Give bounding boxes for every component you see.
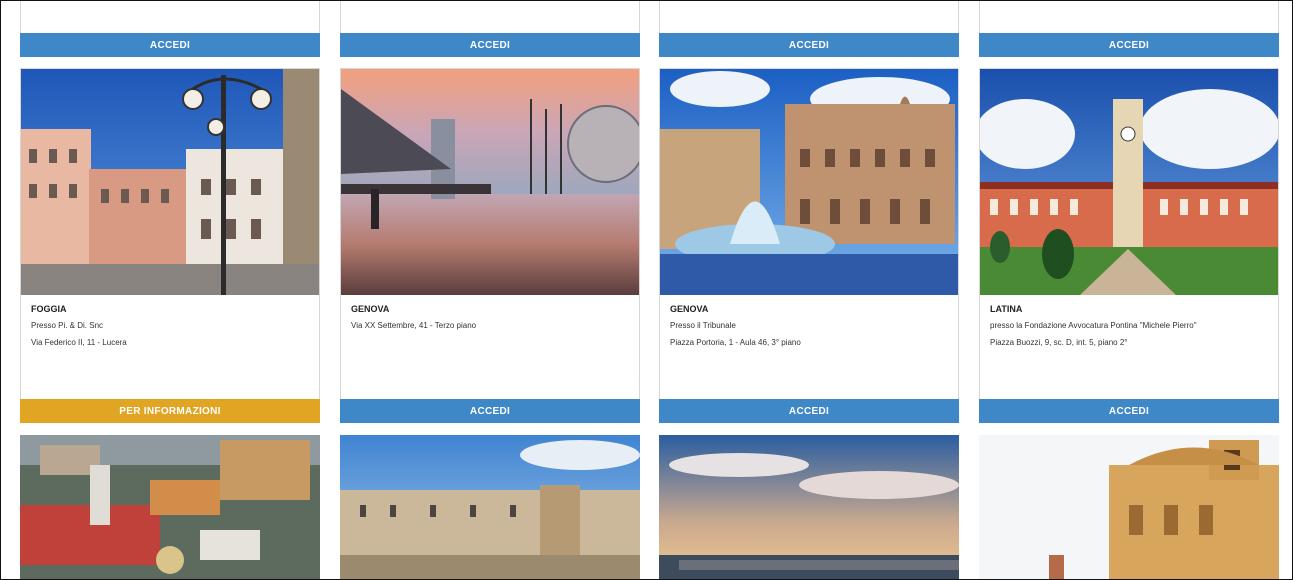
accedi-button-prev[interactable]: ACCEDI	[979, 33, 1279, 57]
previous-card-stub	[20, 1, 320, 33]
fountain-palace-photo	[660, 69, 958, 295]
clock-tower-photo	[980, 69, 1278, 295]
cards-grid: ACCEDI FOGGIA Presso Pi. & Di. Snc Via F…	[0, 0, 1293, 580]
address-line: presso la Fondazione Avvocatura Pontina …	[990, 321, 1197, 330]
city-name: GENOVA	[670, 304, 709, 314]
location-card: FOGGIA Presso Pi. & Di. Snc Via Federico…	[20, 68, 320, 401]
previous-card-stub	[340, 1, 640, 33]
city-name: FOGGIA	[31, 304, 67, 314]
accedi-button-prev[interactable]: ACCEDI	[659, 33, 959, 57]
address-line: Via XX Settembre, 41 - Terzo piano	[351, 321, 477, 330]
previous-card-stub	[979, 1, 1279, 33]
accedi-button-prev[interactable]: ACCEDI	[20, 33, 320, 57]
per-informazioni-button[interactable]: PER INFORMAZIONI	[20, 399, 320, 423]
address-line: Via Federico II, 11 - Lucera	[31, 338, 127, 347]
baroque-church-photo	[979, 435, 1279, 579]
city-name: LATINA	[990, 304, 1023, 314]
location-card: GENOVA Presso il Tribunale Piazza Portor…	[659, 68, 959, 401]
previous-card-stub	[659, 1, 959, 33]
address-line: Piazza Buozzi, 9, sc. D, int. 5, piano 2…	[990, 338, 1128, 347]
town-square-lamp-photo	[21, 69, 319, 295]
seaside-pier-photo	[659, 435, 959, 579]
harbor-sunset-photo	[341, 69, 639, 295]
accedi-button[interactable]: ACCEDI	[340, 399, 640, 423]
address-line: Presso il Tribunale	[670, 321, 736, 330]
accedi-button[interactable]: ACCEDI	[979, 399, 1279, 423]
address-line: Piazza Portoria, 1 - Aula 46, 3° piano	[670, 338, 801, 347]
address-line: Presso Pi. & Di. Snc	[31, 321, 104, 330]
accedi-button[interactable]: ACCEDI	[659, 399, 959, 423]
city-name: GENOVA	[351, 304, 390, 314]
aerial-city-photo	[20, 435, 320, 579]
accedi-button-prev[interactable]: ACCEDI	[340, 33, 640, 57]
location-card: GENOVA Via XX Settembre, 41 - Terzo pian…	[340, 68, 640, 401]
location-card: LATINA presso la Fondazione Avvocatura P…	[979, 68, 1279, 401]
old-town-ruins-photo	[340, 435, 640, 579]
